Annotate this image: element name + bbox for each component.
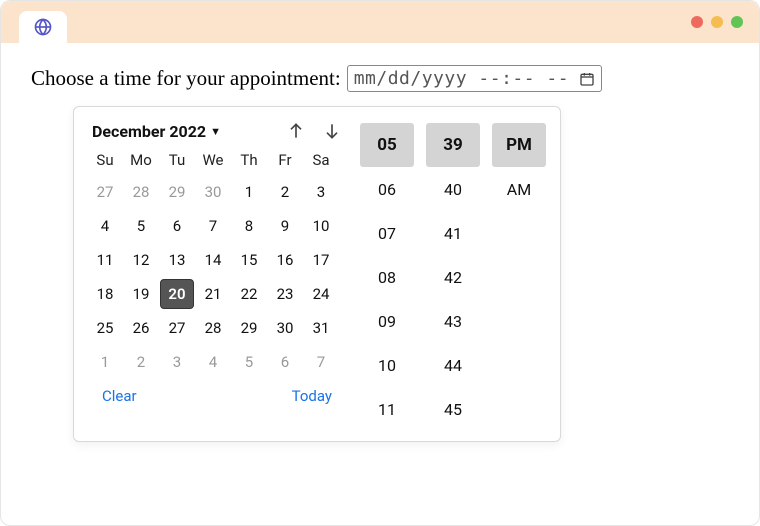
hour-option[interactable]: 08	[360, 255, 414, 299]
calendar-day[interactable]: 3	[160, 347, 194, 377]
calendar-day[interactable]: 14	[196, 245, 230, 275]
calendar-day[interactable]: 29	[160, 177, 194, 207]
datetime-picker: December 2022 ▼ SuMoTuWeThFrSa2728293012…	[73, 106, 561, 442]
prev-month-button[interactable]	[286, 121, 306, 141]
calendar-day[interactable]: 24	[304, 279, 338, 309]
today-button[interactable]: Today	[292, 387, 332, 405]
calendar-day[interactable]: 5	[124, 211, 158, 241]
calendar-day[interactable]: 4	[88, 211, 122, 241]
maximize-icon[interactable]	[731, 16, 743, 28]
calendar-day[interactable]: 29	[232, 313, 266, 343]
minute-option[interactable]: 42	[426, 255, 480, 299]
day-of-week-header: Sa	[304, 151, 338, 173]
next-month-button[interactable]	[322, 121, 342, 141]
calendar-day[interactable]: 17	[304, 245, 338, 275]
ampm-option[interactable]: PM	[492, 123, 546, 167]
calendar-day[interactable]: 20	[160, 279, 194, 309]
day-of-week-header: Mo	[124, 151, 158, 173]
calendar-day[interactable]: 13	[160, 245, 194, 275]
calendar-day[interactable]: 27	[160, 313, 194, 343]
calendar-day[interactable]: 18	[88, 279, 122, 309]
calendar-day[interactable]: 26	[124, 313, 158, 343]
calendar-day[interactable]: 25	[88, 313, 122, 343]
calendar-day[interactable]: 28	[124, 177, 158, 207]
ampm-wheel[interactable]: PMAM	[492, 123, 546, 431]
calendar-day[interactable]: 27	[88, 177, 122, 207]
calendar-day[interactable]: 6	[268, 347, 302, 377]
calendar-day[interactable]: 4	[196, 347, 230, 377]
minute-option[interactable]: 41	[426, 211, 480, 255]
calendar-day[interactable]: 9	[268, 211, 302, 241]
calendar-day[interactable]: 2	[268, 177, 302, 207]
hour-option[interactable]: 05	[360, 123, 414, 167]
calendar-day[interactable]: 5	[232, 347, 266, 377]
day-of-week-header: Th	[232, 151, 266, 173]
calendar-day[interactable]: 15	[232, 245, 266, 275]
calendar-day[interactable]: 7	[196, 211, 230, 241]
calendar-day[interactable]: 11	[88, 245, 122, 275]
chevron-down-icon: ▼	[210, 125, 221, 138]
calendar-day[interactable]: 30	[268, 313, 302, 343]
window-controls	[691, 16, 743, 28]
minute-wheel[interactable]: 39404142434445	[426, 123, 480, 431]
ampm-option[interactable]: AM	[492, 167, 546, 211]
day-of-week-header: Tu	[160, 151, 194, 173]
minimize-icon[interactable]	[711, 16, 723, 28]
hour-option[interactable]: 07	[360, 211, 414, 255]
minute-option[interactable]: 44	[426, 343, 480, 387]
close-icon[interactable]	[691, 16, 703, 28]
calendar-day[interactable]: 19	[124, 279, 158, 309]
calendar-day[interactable]: 2	[124, 347, 158, 377]
hour-option[interactable]: 06	[360, 167, 414, 211]
hour-wheel[interactable]: 05060708091011	[360, 123, 414, 431]
calendar-day[interactable]: 22	[232, 279, 266, 309]
calendar-day[interactable]: 1	[88, 347, 122, 377]
hour-option[interactable]: 09	[360, 299, 414, 343]
month-label: December 2022	[92, 122, 206, 141]
calendar-grid: SuMoTuWeThFrSa27282930123456789101112131…	[88, 151, 346, 377]
browser-tab[interactable]	[19, 11, 67, 43]
clear-button[interactable]: Clear	[102, 387, 137, 405]
hour-option[interactable]: 11	[360, 387, 414, 431]
month-select-button[interactable]: December 2022 ▼	[92, 122, 221, 141]
day-of-week-header: Fr	[268, 151, 302, 173]
calendar-day[interactable]: 6	[160, 211, 194, 241]
calendar-icon[interactable]	[579, 71, 595, 87]
minute-option[interactable]: 40	[426, 167, 480, 211]
calendar-day[interactable]: 1	[232, 177, 266, 207]
calendar-day[interactable]: 23	[268, 279, 302, 309]
minute-option[interactable]: 43	[426, 299, 480, 343]
calendar-day[interactable]: 7	[304, 347, 338, 377]
calendar-day[interactable]: 30	[196, 177, 230, 207]
minute-option[interactable]: 45	[426, 387, 480, 431]
calendar-day[interactable]: 12	[124, 245, 158, 275]
calendar-day[interactable]: 16	[268, 245, 302, 275]
calendar-day[interactable]: 31	[304, 313, 338, 343]
calendar-day[interactable]: 21	[196, 279, 230, 309]
prompt-label: Choose a time for your appointment:	[31, 66, 341, 91]
calendar-day[interactable]: 28	[196, 313, 230, 343]
calendar-day[interactable]: 3	[304, 177, 338, 207]
hour-option[interactable]: 10	[360, 343, 414, 387]
datetime-placeholder: mm/dd/yyyy --:-- --	[354, 68, 569, 89]
window-titlebar	[1, 1, 759, 43]
calendar-panel: December 2022 ▼ SuMoTuWeThFrSa2728293012…	[88, 121, 346, 431]
datetime-input[interactable]: mm/dd/yyyy --:-- --	[347, 65, 602, 92]
day-of-week-header: We	[196, 151, 230, 173]
globe-icon	[33, 17, 53, 37]
minute-option[interactable]: 39	[426, 123, 480, 167]
day-of-week-header: Su	[88, 151, 122, 173]
calendar-day[interactable]: 10	[304, 211, 338, 241]
time-panel: 05060708091011 39404142434445 PMAM	[346, 121, 546, 431]
calendar-day[interactable]: 8	[232, 211, 266, 241]
